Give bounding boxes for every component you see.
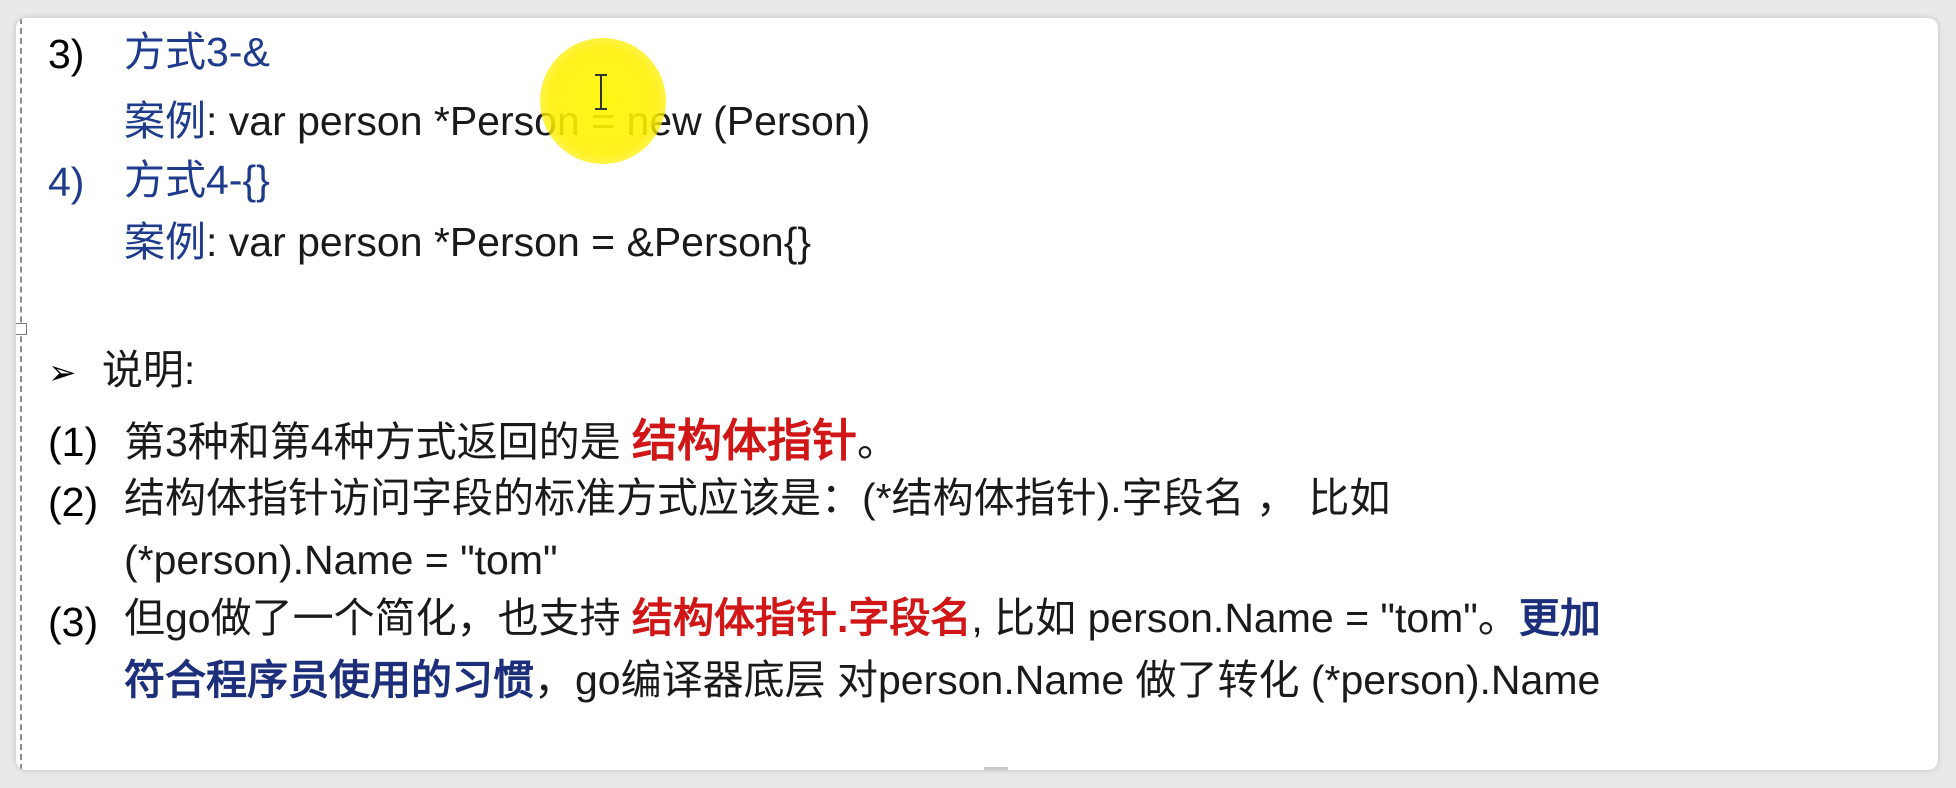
item-4-example: 案例: var person *Person = &Person{} [124,222,811,263]
point-3-emphasis-2b: 符合程序员使用的习惯 [124,657,534,703]
note-title: 说明: [101,347,196,393]
cursor-highlight [540,38,666,164]
point-1-text-a: 第3种和第4种方式返回的是 [124,419,632,465]
point-3-text-b: , 比如 person.Name = "tom"。 [971,595,1519,641]
item-3-heading: 方式3-& [124,29,270,75]
resize-handle[interactable] [16,323,27,335]
item-4-heading: 方式4-{} [124,157,270,203]
arrow-bullet-icon: ➢ [48,354,77,392]
text-cursor-icon [595,74,607,110]
point-3-text-a: 但go做了一个简化，也支持 [124,595,632,641]
slide-text-box[interactable]: 3) 方式3-& 案例: var person *Person = new (P… [16,18,1938,770]
resize-handle-bottom[interactable] [984,767,1008,770]
example-code: : var person *Person = &Person{} [206,219,812,265]
point-2-number: (2) [48,479,99,525]
point-1-text-b: 。 [857,419,899,465]
point-2-line-2: (*person).Name = "tom" [124,537,558,583]
example-label: 案例 [124,98,206,144]
text-box-border [20,18,22,770]
point-3-emphasis: 结构体指针.字段名 [632,595,972,641]
point-3-line-1: 但go做了一个简化，也支持 结构体指针.字段名, 比如 person.Name … [124,598,1601,639]
point-3-emphasis-2a: 更加 [1518,595,1601,641]
item-4-number: 4) [48,159,85,205]
point-3-text-c: ，go编译器底层 对person.Name 做了转化 (*person).Nam… [534,657,1601,703]
example-code: : var person *Person = new (Person) [206,98,871,144]
point-1-number: (1) [48,419,99,465]
item-3-example: 案例: var person *Person = new (Person) [124,101,870,142]
point-1-emphasis: 结构体指针 [632,415,858,466]
point-2-line-1: 结构体指针访问字段的标准方式应该是：(*结构体指针).字段名 ， 比如 [124,475,1391,521]
item-3-number: 3) [48,31,85,77]
point-3-line-2: 符合程序员使用的习惯，go编译器底层 对person.Name 做了转化 (*p… [124,660,1600,701]
example-label: 案例 [124,219,206,265]
point-3-number: (3) [48,599,99,645]
point-1-text: 第3种和第4种方式返回的是 结构体指针。 [124,418,898,463]
note-heading: ➢ 说明: [48,350,195,391]
